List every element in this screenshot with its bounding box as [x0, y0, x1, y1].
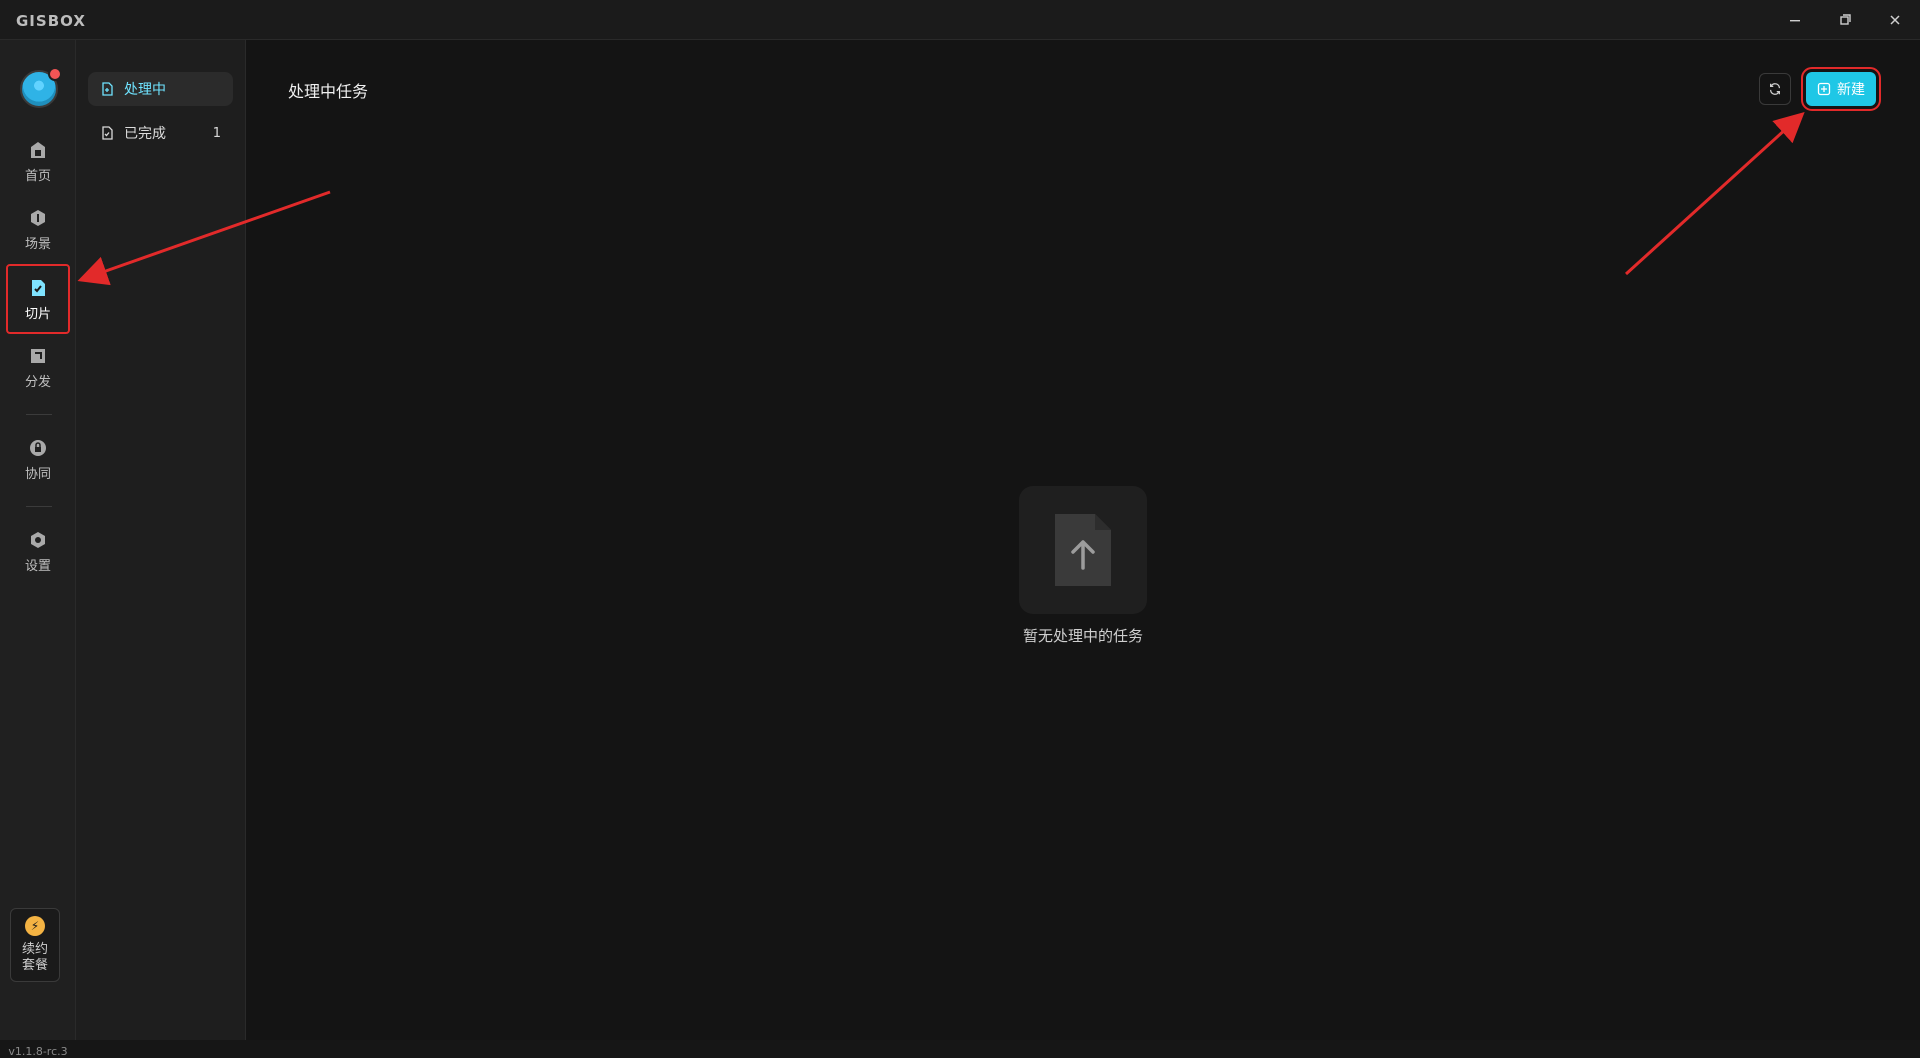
left-rail: 首页 场景 切片 分发 协同 设置 ⚡ 续约 套餐 v1.1.8-rc.3 [0, 40, 76, 1058]
rail-item-settings[interactable]: 设置 [8, 520, 68, 582]
rail-divider [26, 506, 52, 507]
rail-label: 协同 [24, 466, 51, 482]
app-logo: GISBOX [16, 12, 86, 30]
minimize-icon [1790, 20, 1800, 22]
page-title: 处理中任务 [288, 82, 369, 101]
plan-label-line1: 续约 [21, 942, 48, 957]
subnav-label: 处理中 [124, 82, 166, 98]
rail-label: 分发 [24, 374, 51, 390]
new-task-label: 新建 [1837, 82, 1865, 98]
rail-label: 首页 [24, 168, 51, 184]
empty-state-text: 暂无处理中的任务 [1022, 627, 1143, 645]
file-check-icon [100, 126, 114, 140]
main-content: 处理中任务 新建 暂无处理中的任务 [246, 40, 1920, 1040]
file-plus-icon [100, 82, 114, 96]
notification-badge [48, 67, 62, 81]
completed-count: 1 [212, 125, 221, 141]
renew-plan-button[interactable]: ⚡ 续约 套餐 [10, 908, 60, 982]
version-label: v1.1.8-rc.3 [8, 1045, 68, 1058]
restore-button[interactable] [1820, 0, 1870, 40]
upload-file-icon [1055, 514, 1111, 586]
rail-label: 切片 [24, 306, 51, 322]
title-bar: GISBOX [0, 0, 1920, 40]
home-icon [27, 139, 49, 161]
lock-icon [27, 437, 49, 459]
tiles-icon [27, 277, 49, 299]
scene-icon [27, 207, 49, 229]
subnav-label: 已完成 [124, 126, 166, 142]
empty-state-illustration [1019, 486, 1147, 614]
minimize-button[interactable] [1770, 0, 1820, 40]
rail-divider [26, 414, 52, 415]
close-button[interactable] [1870, 0, 1920, 40]
subnav-item-completed[interactable]: 已完成 1 [88, 116, 233, 150]
plan-label-line2: 套餐 [21, 958, 48, 973]
rail-label: 场景 [24, 236, 51, 252]
refresh-icon [1770, 83, 1780, 95]
plus-icon [1817, 82, 1831, 96]
rail-label: 设置 [24, 558, 51, 574]
rail-item-tiles[interactable]: 切片 [6, 264, 70, 334]
window-controls [1770, 0, 1920, 40]
refresh-button[interactable] [1759, 73, 1791, 105]
new-task-button[interactable]: 新建 [1801, 67, 1881, 111]
gear-icon [27, 529, 49, 551]
restore-icon [1840, 14, 1851, 25]
rail-item-collab[interactable]: 协同 [8, 428, 68, 490]
subnav-item-processing[interactable]: 处理中 [88, 72, 233, 106]
close-icon [1890, 15, 1900, 25]
secondary-nav: 处理中 已完成 1 [76, 40, 246, 1040]
rail-item-distribute[interactable]: 分发 [8, 336, 68, 398]
lightning-icon: ⚡ [25, 916, 45, 936]
rail-item-home[interactable]: 首页 [8, 130, 68, 192]
distribute-icon [27, 345, 49, 367]
rail-item-scene[interactable]: 场景 [8, 198, 68, 260]
